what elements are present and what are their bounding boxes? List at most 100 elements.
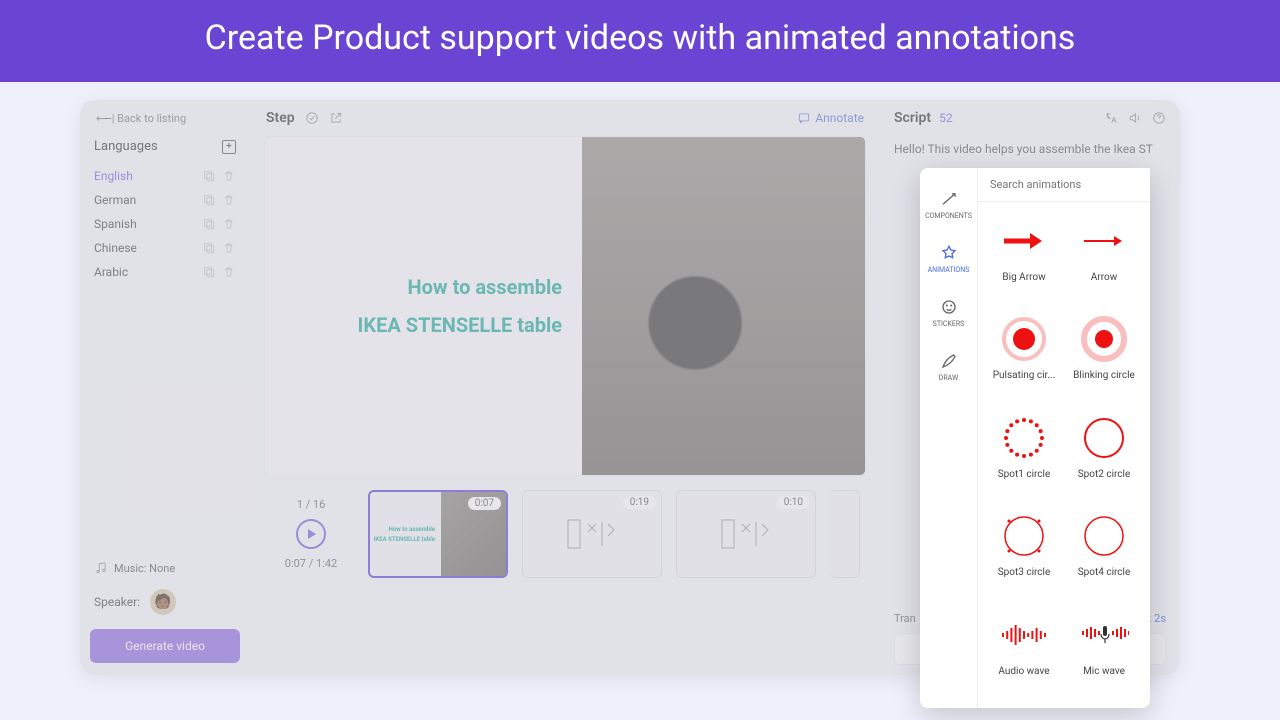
left-sidebar: ⟵| Back to listing Languages + English Ge… [80, 100, 250, 675]
animation-label: Spot2 circle [1078, 469, 1131, 480]
animation-big-arrow[interactable]: Big Arrow [984, 210, 1064, 306]
annotate-button[interactable]: Annotate [797, 111, 864, 125]
search-animations-input[interactable] [978, 168, 1150, 202]
play-button[interactable] [296, 519, 326, 549]
slide-canvas[interactable]: How to assemble IKEA STENSELLE table [264, 136, 866, 476]
timeline: 1 / 16 0:07 / 1:42 0:07How to assembleIK… [250, 476, 880, 592]
speaker-label: Speaker: [94, 595, 140, 609]
animation-preview [1079, 216, 1129, 266]
back-to-listing-link[interactable]: ⟵| Back to listing [90, 112, 240, 125]
animation-preview [1079, 413, 1129, 463]
promo-banner: Create Product support videos with anima… [0, 0, 1280, 82]
language-name: English [94, 169, 133, 183]
music-icon [94, 561, 108, 575]
canvas-line-1: How to assemble [408, 275, 563, 299]
speaker-avatar[interactable]: 🧑🏾 [150, 589, 176, 615]
language-item-arabic[interactable]: Arabic [90, 260, 240, 284]
canvas-line-2: IKEA STENSELLE table [358, 313, 563, 337]
trash-icon[interactable] [222, 265, 236, 279]
language-name: Arabic [94, 265, 128, 279]
animation-blinking-circle[interactable]: Blinking circle [1064, 308, 1144, 404]
center-area: Step Annotate How to assemble IKEA STENS… [250, 100, 880, 675]
script-count: 52 [939, 111, 953, 125]
step-label: Step [266, 110, 295, 126]
animation-preview [1079, 511, 1129, 561]
tab-label: DRAW [920, 374, 977, 382]
slide-counter: 1 / 16 [297, 498, 326, 511]
script-header: Script 52 [894, 110, 1166, 126]
panel-tab-components[interactable]: COMPONENTS [920, 180, 977, 232]
generate-video-button[interactable]: Generate video [90, 629, 240, 663]
script-label: Script [894, 110, 931, 126]
script-text[interactable]: Hello! This video helps you assemble the… [894, 140, 1166, 158]
trash-icon[interactable] [222, 217, 236, 231]
external-link-icon[interactable] [329, 111, 343, 125]
animation-preview [999, 511, 1049, 561]
animation-label: Spot4 circle [1078, 567, 1131, 578]
animation-label: Spot3 circle [998, 567, 1051, 578]
trash-icon[interactable] [222, 169, 236, 183]
thumb-time: 0:07 [468, 497, 501, 510]
tab-label: COMPONENTS [920, 212, 977, 220]
language-name: Spanish [94, 217, 137, 231]
animation-preview [999, 314, 1049, 364]
animation-spot2-circle[interactable]: Spot2 circle [1064, 407, 1144, 503]
language-name: Chinese [94, 241, 137, 255]
timeline-thumb[interactable]: 0:19 [522, 490, 662, 578]
language-item-chinese[interactable]: Chinese [90, 236, 240, 260]
language-item-spanish[interactable]: Spanish [90, 212, 240, 236]
timeline-thumb[interactable] [830, 490, 860, 578]
language-item-german[interactable]: German [90, 188, 240, 212]
animation-audio-wave[interactable]: Audio wave [984, 604, 1064, 700]
copy-icon[interactable] [202, 193, 216, 207]
animation-preview [999, 216, 1049, 266]
annotate-icon [797, 111, 811, 125]
copy-icon[interactable] [202, 217, 216, 231]
copy-icon[interactable] [202, 169, 216, 183]
components-icon [940, 190, 958, 208]
animation-label: Spot1 circle [998, 469, 1051, 480]
check-circle-icon[interactable] [305, 111, 319, 125]
animations-grid: Big Arrow Arrow Pulsating cir... Blinking c… [978, 202, 1150, 708]
animation-mic-wave[interactable]: Mic wave [1064, 604, 1144, 700]
add-language-button[interactable]: + [222, 140, 236, 154]
panel-tab-draw[interactable]: DRAW [920, 342, 977, 394]
translate-icon[interactable] [1104, 111, 1118, 125]
language-item-english[interactable]: English [90, 164, 240, 188]
animation-spot3-circle[interactable]: Spot3 circle [984, 505, 1064, 601]
music-row[interactable]: Music: None [90, 555, 240, 581]
panel-tab-stickers[interactable]: STICKERS [920, 288, 977, 340]
transition-label: Tran [894, 612, 916, 625]
timeline-thumb[interactable]: 0:07How to assembleIKEA STENSELLE table [368, 490, 508, 578]
animation-label: Big Arrow [1002, 272, 1045, 283]
languages-label: Languages [94, 139, 158, 154]
animation-preview [999, 413, 1049, 463]
volume-icon[interactable] [1128, 111, 1142, 125]
draw-icon [940, 352, 958, 370]
timeline-thumb[interactable]: 0:10 [676, 490, 816, 578]
copy-icon[interactable] [202, 241, 216, 255]
animation-label: Audio wave [998, 666, 1049, 677]
panel-body: Big Arrow Arrow Pulsating cir... Blinking c… [978, 168, 1150, 708]
animations-panel: COMPONENTS ANIMATIONSSTICKERS DRAW Big Arr… [920, 168, 1150, 708]
help-icon[interactable] [1152, 111, 1166, 125]
panel-tabs: COMPONENTS ANIMATIONSSTICKERS DRAW [920, 168, 978, 708]
animation-spot4-circle[interactable]: Spot4 circle [1064, 505, 1144, 601]
speaker-row[interactable]: Speaker: 🧑🏾 [90, 581, 240, 623]
trash-icon[interactable] [222, 193, 236, 207]
animation-arrow[interactable]: Arrow [1064, 210, 1144, 306]
stickers-icon [940, 298, 958, 316]
animation-label: Mic wave [1083, 666, 1125, 677]
animation-spot1-circle[interactable]: Spot1 circle [984, 407, 1064, 503]
animation-preview [999, 610, 1049, 660]
thumb-time: 0:19 [623, 496, 656, 509]
animation-pulsating-circle[interactable]: Pulsating cir... [984, 308, 1064, 404]
trash-icon[interactable] [222, 241, 236, 255]
time-display: 0:07 / 1:42 [285, 557, 337, 570]
panel-tab-animations[interactable]: ANIMATIONS [920, 234, 977, 286]
canvas-image [582, 137, 865, 475]
languages-header: Languages + [90, 139, 240, 154]
copy-icon[interactable] [202, 265, 216, 279]
animation-label: Pulsating cir... [993, 370, 1056, 381]
annotate-label: Annotate [815, 111, 864, 125]
